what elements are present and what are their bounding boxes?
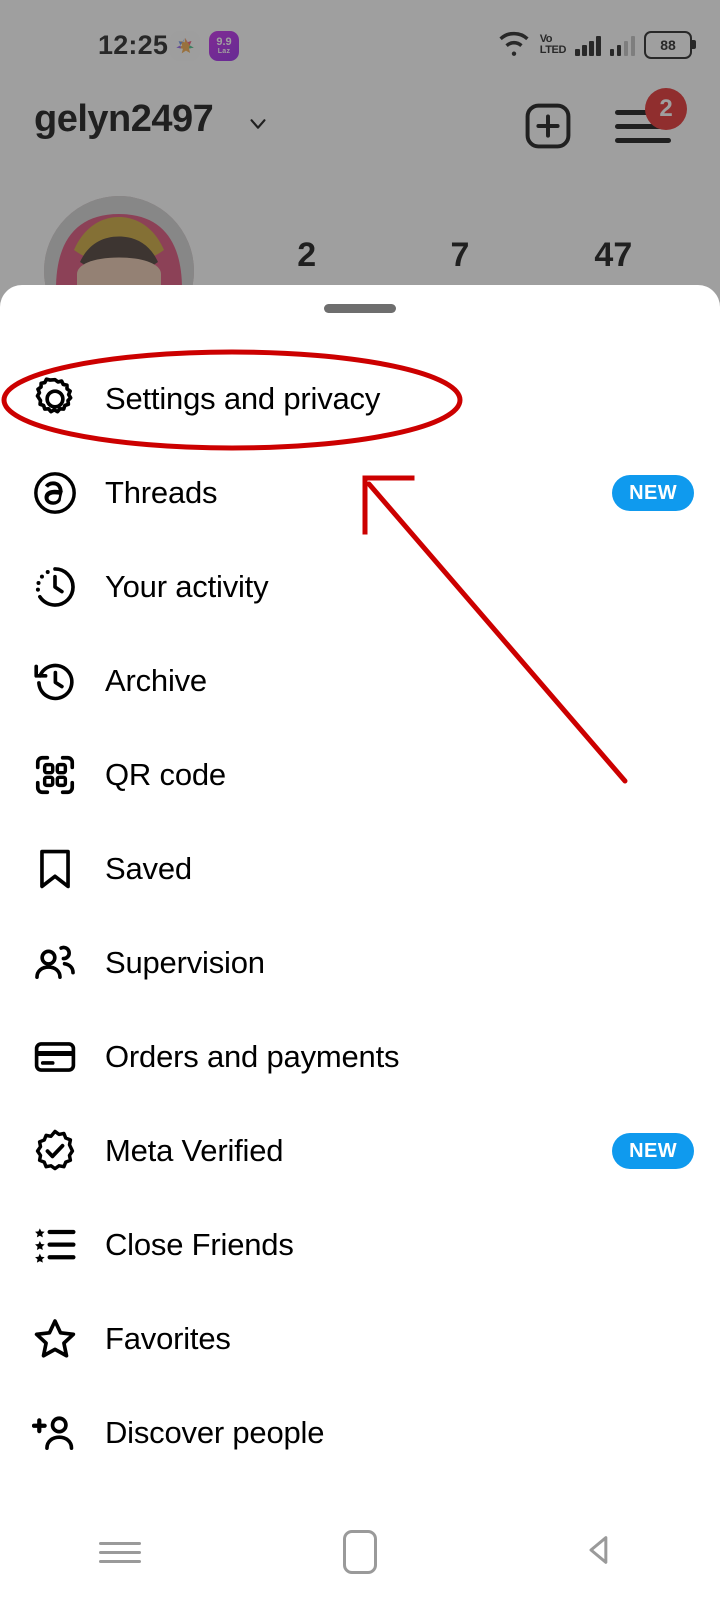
android-nav-bar (0, 1504, 720, 1600)
star-icon (28, 1312, 82, 1366)
menu-item-label: Meta Verified (105, 1133, 284, 1168)
menu-item-settings-and-privacy[interactable]: Settings and privacy (0, 352, 720, 446)
recents-icon[interactable] (0, 1536, 240, 1569)
home-icon (343, 1530, 377, 1574)
back-button[interactable] (480, 1530, 720, 1575)
menu-item-archive[interactable]: Archive (0, 634, 720, 728)
new-badge: NEW (612, 475, 694, 511)
menu-item-label: Saved (105, 851, 192, 886)
menu-item-meta-verified[interactable]: Meta Verified NEW (0, 1104, 720, 1198)
phone-screenshot: 12:25 9.9 Laz (0, 0, 720, 1600)
threads-icon (28, 466, 82, 520)
menu-item-label: Your activity (105, 569, 269, 604)
profile-menu-sheet: Settings and privacy Threads NEW Your ac… (0, 285, 720, 1600)
qr-code-icon (28, 748, 82, 802)
recents-line (99, 1550, 141, 1554)
menu-item-discover-people[interactable]: Discover people (0, 1386, 720, 1480)
menu-list: Settings and privacy Threads NEW Your ac… (0, 352, 720, 1480)
menu-item-label: QR code (105, 757, 226, 792)
back-icon (580, 1530, 620, 1575)
menu-item-label: Archive (105, 663, 207, 698)
archive-clock-icon (28, 654, 82, 708)
bookmark-icon (28, 842, 82, 896)
menu-item-label: Threads (105, 475, 218, 510)
drag-handle[interactable] (324, 304, 396, 313)
menu-item-supervision[interactable]: Supervision (0, 916, 720, 1010)
menu-item-label: Favorites (105, 1321, 231, 1356)
person-add-icon (28, 1406, 82, 1460)
menu-item-label: Close Friends (105, 1227, 294, 1262)
activity-clock-icon (28, 560, 82, 614)
verified-badge-icon (28, 1124, 82, 1178)
menu-item-label: Discover people (105, 1415, 325, 1450)
home-button[interactable] (240, 1530, 480, 1574)
menu-item-close-friends[interactable]: Close Friends (0, 1198, 720, 1292)
menu-item-label: Settings and privacy (105, 381, 381, 416)
menu-item-orders-and-payments[interactable]: Orders and payments (0, 1010, 720, 1104)
menu-item-your-activity[interactable]: Your activity (0, 540, 720, 634)
recents-line (99, 1541, 141, 1545)
people-icon (28, 936, 82, 990)
new-badge: NEW (612, 1133, 694, 1169)
menu-item-favorites[interactable]: Favorites (0, 1292, 720, 1386)
credit-card-icon (28, 1030, 82, 1084)
star-list-icon (28, 1218, 82, 1272)
menu-item-label: Orders and payments (105, 1039, 400, 1074)
menu-item-label: Supervision (105, 945, 265, 980)
menu-item-saved[interactable]: Saved (0, 822, 720, 916)
gear-icon (28, 372, 82, 426)
menu-item-threads[interactable]: Threads NEW (0, 446, 720, 540)
menu-item-qr-code[interactable]: QR code (0, 728, 720, 822)
recents-line (99, 1559, 141, 1563)
